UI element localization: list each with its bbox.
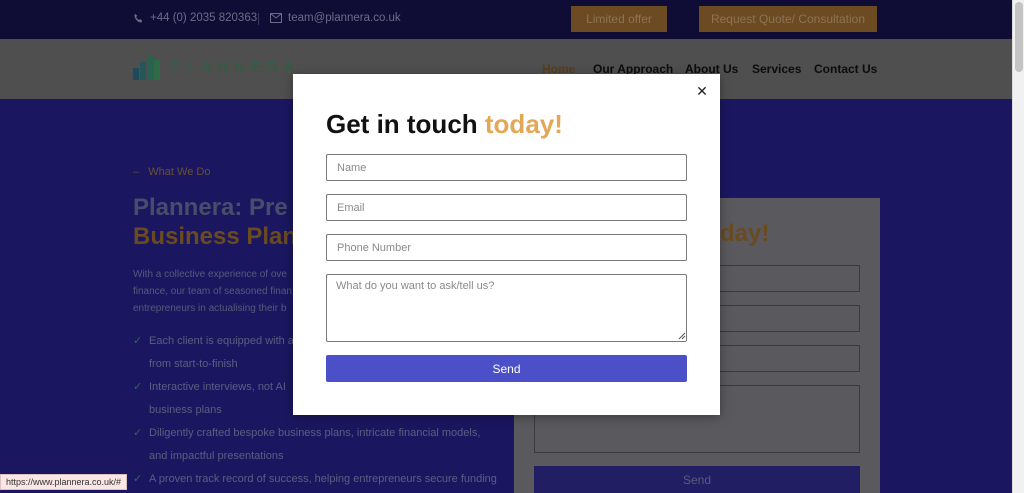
phone-input[interactable]: [326, 234, 687, 261]
hero-kicker-label: What We Do: [148, 166, 211, 178]
modal-title-accent: today!: [484, 109, 563, 139]
resize-grip-icon[interactable]: [678, 332, 686, 340]
nav-services[interactable]: Services: [752, 62, 801, 76]
bullet-continuation-text: business plans: [149, 404, 222, 416]
request-quote-button[interactable]: Request Quote/ Consultation: [699, 6, 877, 32]
logo-text: PLANNERA: [171, 58, 300, 76]
scrollbar-thumb[interactable]: [1015, 2, 1023, 72]
modal-title-main: Get in touch: [326, 109, 485, 139]
send-button[interactable]: Send: [326, 355, 687, 382]
nav-contact-us[interactable]: Contact Us: [814, 62, 877, 76]
bullet-continuation-text: from start-to-finish: [149, 358, 238, 370]
site-logo[interactable]: PLANNERA: [133, 54, 300, 80]
background-send-button: Send: [534, 466, 860, 493]
name-input[interactable]: [326, 154, 687, 181]
bullet-continuation-text: and impactful presentations: [149, 450, 284, 462]
bullet-item: Diligently crafted bespoke business plan…: [133, 422, 497, 445]
message-textarea[interactable]: [326, 274, 687, 342]
background-card-title: day!: [720, 220, 770, 247]
hero-paragraph: With a collective experience of ove fina…: [133, 269, 292, 314]
top-bar: +44 (0) 2035 820363 team@plannera.co.uk …: [0, 0, 1012, 39]
hero-title-line-1: Plannera: Pre: [133, 194, 288, 221]
logo-mark-icon: [133, 54, 165, 80]
contact-modal: ✕ Get in touch today! Send: [293, 74, 720, 415]
phone-contact[interactable]: +44 (0) 2035 820363: [133, 12, 257, 24]
page-scrollbar[interactable]: [1012, 0, 1024, 493]
close-icon[interactable]: ✕: [695, 83, 709, 99]
modal-title: Get in touch today!: [326, 109, 563, 140]
email-contact[interactable]: team@plannera.co.uk: [270, 12, 401, 24]
hero-kicker: – What We Do: [133, 166, 211, 178]
divider: [258, 13, 259, 25]
bullet-continuation: and impactful presentations: [133, 445, 497, 468]
envelope-icon: [270, 13, 282, 23]
phone-icon: [134, 13, 143, 23]
status-bar-url: https://www.plannera.co.uk/#: [0, 474, 128, 490]
hero-title: Plannera: Pre Business Plan: [133, 193, 297, 251]
limited-offer-button[interactable]: Limited offer: [571, 6, 667, 32]
email-address: team@plannera.co.uk: [288, 12, 401, 24]
hero-title-line-2: Business Plan: [133, 223, 298, 250]
email-input[interactable]: [326, 194, 687, 221]
bullet-item: A proven track record of success, helpin…: [133, 468, 497, 491]
phone-number: +44 (0) 2035 820363: [150, 12, 258, 24]
